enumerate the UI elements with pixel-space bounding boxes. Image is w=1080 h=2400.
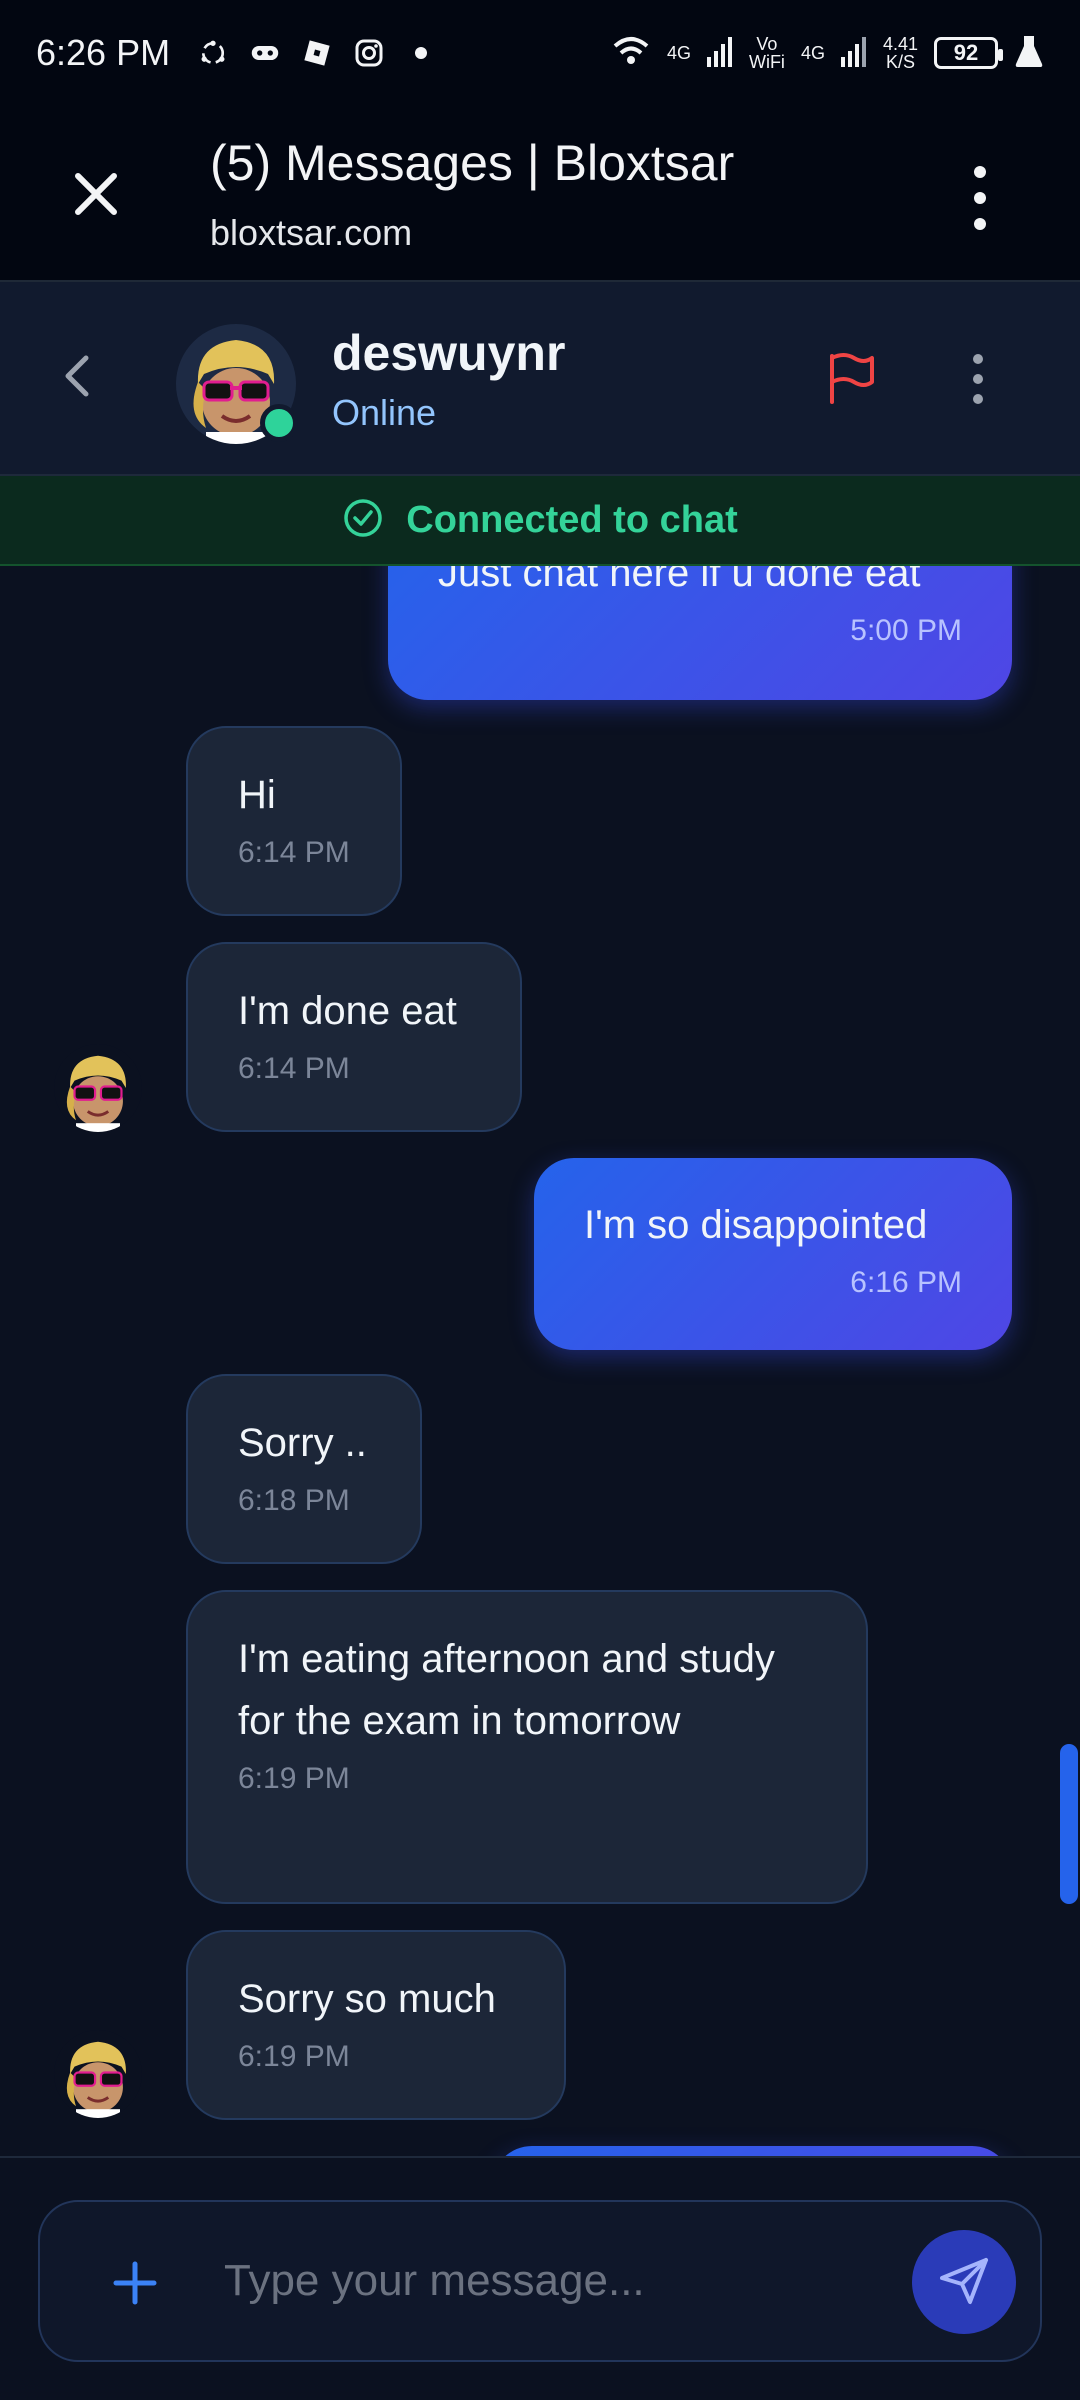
message-list[interactable]: Just chat here if u done eat 5:00 PM Hi …: [0, 566, 1080, 2156]
page-title: (5) Messages | Bloxtsar: [210, 135, 735, 191]
chat-options-icon[interactable]: [968, 354, 988, 404]
message-text: I'm so disappointed: [584, 1203, 928, 1247]
instagram-icon: [354, 38, 384, 68]
attach-plus-icon[interactable]: [100, 2248, 170, 2318]
signal-icon: [706, 35, 733, 72]
message-time: 5:00 PM: [850, 614, 962, 647]
scrollbar-thumb[interactable]: [1060, 1744, 1078, 1904]
message-incoming: I'm eating afternoon and study for the e…: [186, 1590, 868, 1904]
send-button[interactable]: [912, 2230, 1016, 2334]
message-time: 6:19 PM: [238, 2040, 350, 2073]
browser-header: (5) Messages | Bloxtsar bloxtsar.com: [0, 106, 1080, 282]
message-text: I'm done eat: [238, 989, 457, 1033]
contact-username: deswuynr: [332, 325, 566, 381]
close-icon[interactable]: [66, 164, 126, 224]
roblox-icon: [302, 38, 332, 68]
hotspot-sync-icon: [198, 38, 228, 68]
network-4g-label: 4G: [666, 43, 691, 63]
status-bar: 6:26 PM 4G Vo WiFi 4G 4.41 K/S 92: [0, 0, 1080, 106]
report-flag-icon[interactable]: [820, 348, 880, 408]
message-text: I'm eating afternoon and study for the e…: [238, 1637, 775, 1743]
flask-icon: [1014, 34, 1044, 73]
volte-bottom: WiFi: [748, 52, 785, 72]
connection-status-text: Connected to chat: [406, 498, 738, 541]
message-time: 6:19 PM: [238, 1762, 350, 1795]
data-speed: 4.41 K/S: [883, 35, 918, 71]
composer-box: [38, 2200, 1042, 2362]
message-incoming: Sorry so much 6:19 PM: [186, 1930, 566, 2120]
contact-status: Online: [332, 392, 437, 433]
sender-avatar[interactable]: [54, 2030, 142, 2118]
composer: [0, 2156, 1080, 2400]
message-incoming: Sorry .. 6:18 PM: [186, 1374, 422, 1564]
page-url[interactable]: bloxtsar.com: [210, 212, 412, 254]
message-time: 6:18 PM: [238, 1484, 350, 1517]
data-speed-unit: K/S: [885, 52, 915, 72]
message-text: Sorry so much: [238, 1977, 496, 2021]
message-time: 6:14 PM: [238, 1052, 350, 1085]
browser-menu-icon[interactable]: [960, 166, 1000, 230]
message-text: Just chat here if u done eat: [438, 566, 921, 595]
message-incoming: Hi 6:14 PM: [186, 726, 402, 916]
message-incoming: I'm done eat 6:14 PM: [186, 942, 522, 1132]
online-status-dot: [260, 404, 298, 442]
message-outgoing: I'm so disappointed 6:16 PM: [534, 1158, 1012, 1350]
send-icon: [936, 2252, 992, 2313]
status-time: 6:26 PM: [36, 32, 171, 73]
wifi-icon: [611, 34, 651, 73]
message-text: Hi: [238, 773, 276, 817]
message-time: 6:14 PM: [238, 836, 350, 869]
message-text: Sorry ..: [238, 1421, 367, 1465]
data-speed-value: 4.41: [882, 34, 918, 54]
network-4g-label-2: 4G: [800, 43, 825, 63]
message-input[interactable]: [224, 2202, 924, 2360]
gamepad-icon: [250, 38, 280, 68]
scrollbar[interactable]: [1058, 566, 1080, 2156]
back-arrow-icon[interactable]: [50, 348, 106, 404]
contact-avatar[interactable]: [176, 324, 298, 444]
message-outgoing-partial: [492, 2146, 1012, 2156]
status-notification-icons: [198, 38, 436, 68]
sender-avatar[interactable]: [54, 1044, 142, 1132]
message-time: 6:16 PM: [850, 1266, 962, 1299]
chat-header: deswuynr Online: [0, 282, 1080, 476]
volte-label: Vo WiFi: [749, 35, 785, 71]
message-outgoing: Just chat here if u done eat 5:00 PM: [388, 566, 1012, 700]
signal-icon-2: [840, 35, 867, 72]
status-system-icons: 4G Vo WiFi 4G 4.41 K/S 92: [611, 34, 1044, 73]
check-circle-icon: [342, 497, 384, 544]
battery-indicator: 92: [934, 37, 1003, 69]
volte-top: Vo: [756, 34, 778, 54]
connection-banner: Connected to chat: [0, 476, 1080, 566]
dot-icon: [406, 38, 436, 68]
